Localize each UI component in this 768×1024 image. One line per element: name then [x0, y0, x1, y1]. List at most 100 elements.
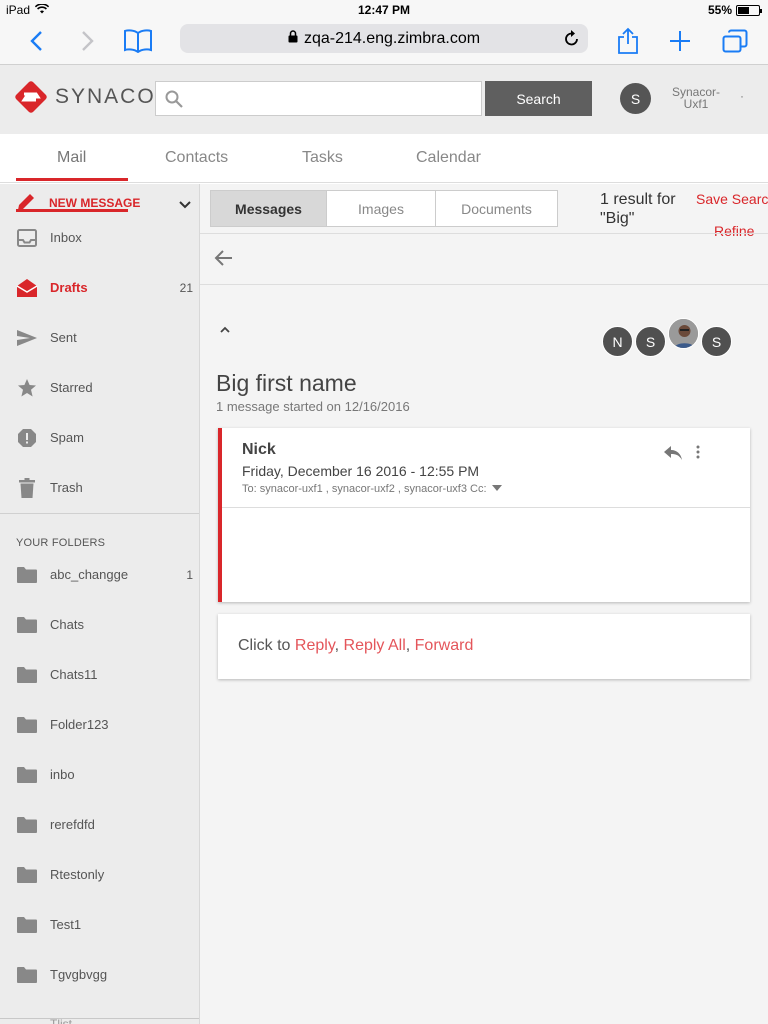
user-avatar[interactable]: S — [620, 83, 651, 114]
folder-item-cut[interactable]: Tlist — [50, 1018, 72, 1024]
save-search-link[interactable]: Save Search — [696, 191, 768, 207]
tabs-icon[interactable] — [717, 24, 753, 58]
new-tab-icon[interactable] — [662, 24, 698, 58]
new-message-button[interactable]: NEW MESSAGE — [0, 184, 199, 214]
folder-icon — [16, 614, 38, 636]
inbox-icon — [16, 227, 38, 249]
folder-item[interactable]: Test1 — [0, 900, 199, 950]
more-options-icon[interactable] — [696, 445, 700, 464]
folder-label: Rtestonly — [50, 867, 105, 882]
url-bar[interactable]: zqa-214.eng.zimbra.com — [180, 24, 588, 53]
folder-item[interactable]: Folder123 — [0, 700, 199, 750]
folder-item[interactable]: Rtestonly — [0, 850, 199, 900]
conversation-title: Big first name — [216, 370, 357, 396]
folder-item[interactable]: abc_changge 1 — [0, 550, 199, 600]
reply-icon[interactable] — [663, 445, 683, 466]
folder-icon — [16, 964, 38, 986]
sidebar-item-starred[interactable]: Starred — [0, 363, 199, 413]
search-input[interactable] — [192, 82, 477, 115]
participant-photo-avatar[interactable] — [668, 318, 699, 349]
reply-prompt: Click to Reply, Reply All, Forward — [238, 637, 473, 655]
battery-icon — [736, 4, 762, 16]
tab-mail[interactable]: Mail — [57, 149, 86, 167]
folder-label: Test1 — [50, 917, 82, 932]
star-icon — [16, 377, 38, 399]
folder-count: 1 — [186, 568, 193, 582]
logo-text: SYNACO — [55, 85, 156, 108]
folder-label: Folder123 — [50, 717, 109, 732]
folder-icon — [16, 814, 38, 836]
sidebar-item-label: Trash — [50, 480, 83, 495]
tab-tasks[interactable]: Tasks — [302, 149, 343, 167]
main-nav-tabs: Mail Contacts Tasks Calendar — [0, 134, 768, 183]
folder-label: Chats — [50, 617, 84, 632]
back-arrow-icon[interactable] — [214, 248, 234, 273]
participant-avatar[interactable]: S — [701, 326, 732, 357]
back-icon[interactable] — [18, 24, 54, 58]
search-button[interactable]: Search — [485, 81, 592, 116]
sidebar-item-trash[interactable]: Trash — [0, 463, 199, 513]
trash-icon — [16, 477, 38, 499]
sidebar-item-label: Starred — [50, 380, 93, 395]
tab-contacts[interactable]: Contacts — [165, 149, 228, 167]
message-recipients[interactable]: To: synacor-uxf1 , synacor-uxf2 , synaco… — [242, 483, 503, 495]
tab-messages[interactable]: Messages — [211, 191, 327, 226]
sidebar-item-label: Spam — [50, 430, 84, 445]
reply-prefix: Click to — [238, 637, 295, 654]
reply-all-link[interactable]: Reply All — [344, 637, 406, 654]
participant-avatar[interactable]: N — [602, 326, 633, 357]
message-card[interactable]: Nick Friday, December 16 2016 - 12:55 PM… — [218, 428, 750, 602]
sidebar-item-drafts[interactable]: Drafts 21 — [0, 263, 199, 313]
sidebar-bottom-divider — [0, 1018, 199, 1019]
chevron-up-icon[interactable] — [218, 322, 232, 340]
reply-card: Click to Reply, Reply All, Forward — [218, 614, 750, 679]
tab-calendar[interactable]: Calendar — [416, 149, 481, 167]
folder-icon — [16, 864, 38, 886]
search-icon — [165, 90, 183, 113]
share-icon[interactable] — [610, 24, 646, 58]
battery-fill — [738, 6, 749, 14]
folder-label: Chats11 — [50, 667, 98, 682]
caret-down-icon[interactable] — [491, 483, 503, 495]
forward-link[interactable]: Forward — [415, 637, 474, 654]
sidebar-item-inbox[interactable]: Inbox — [0, 213, 199, 263]
sidebar-item-sent[interactable]: Sent — [0, 313, 199, 363]
search-box[interactable] — [155, 81, 482, 116]
tab-images[interactable]: Images — [327, 191, 436, 226]
battery-percent: 55% — [707, 3, 732, 17]
user-name[interactable]: Synacor-Uxf1 — [664, 86, 728, 110]
forward-icon[interactable] — [70, 24, 106, 58]
folder-icon — [16, 664, 38, 686]
url-text: zqa-214.eng.zimbra.com — [303, 29, 481, 47]
logo-mark-icon — [15, 81, 47, 113]
result-type-tabs: Messages Images Documents — [210, 190, 558, 227]
folder-item[interactable]: Chats11 — [0, 650, 199, 700]
result-count: 1 result for "Big" — [600, 191, 676, 227]
folder-item[interactable]: rerefdfd — [0, 800, 199, 850]
user-menu-dot[interactable]: · — [740, 89, 744, 103]
folder-label: rerefdfd — [50, 817, 95, 832]
spam-icon — [16, 427, 38, 449]
folder-icon — [16, 764, 38, 786]
sidebar-item-label: Inbox — [50, 230, 82, 245]
app-header: SYNACO Search S Synacor-Uxf1 · — [0, 65, 768, 134]
reply-link[interactable]: Reply — [295, 637, 335, 654]
chevron-down-icon[interactable] — [179, 196, 191, 214]
refine-link[interactable]: Refine — [714, 223, 754, 239]
tab-documents[interactable]: Documents — [436, 191, 557, 226]
sidebar-item-spam[interactable]: Spam — [0, 413, 199, 463]
folder-item[interactable]: Tgvgbvgg — [0, 950, 199, 1000]
reply-separator: , — [334, 637, 344, 654]
new-message-label: NEW MESSAGE — [49, 196, 141, 210]
status-bar: iPad 12:47 PM 55% — [0, 0, 768, 20]
bookmarks-icon[interactable] — [120, 24, 156, 58]
sent-icon — [16, 327, 38, 349]
reload-icon[interactable] — [564, 29, 580, 52]
status-right: 55% — [707, 3, 762, 17]
divider — [200, 233, 768, 234]
folders-heading: YOUR FOLDERS — [16, 537, 106, 549]
participant-avatar[interactable]: S — [635, 326, 666, 357]
folder-item[interactable]: Chats — [0, 600, 199, 650]
sidebar-divider — [0, 513, 199, 514]
folder-item[interactable]: inbo — [0, 750, 199, 800]
